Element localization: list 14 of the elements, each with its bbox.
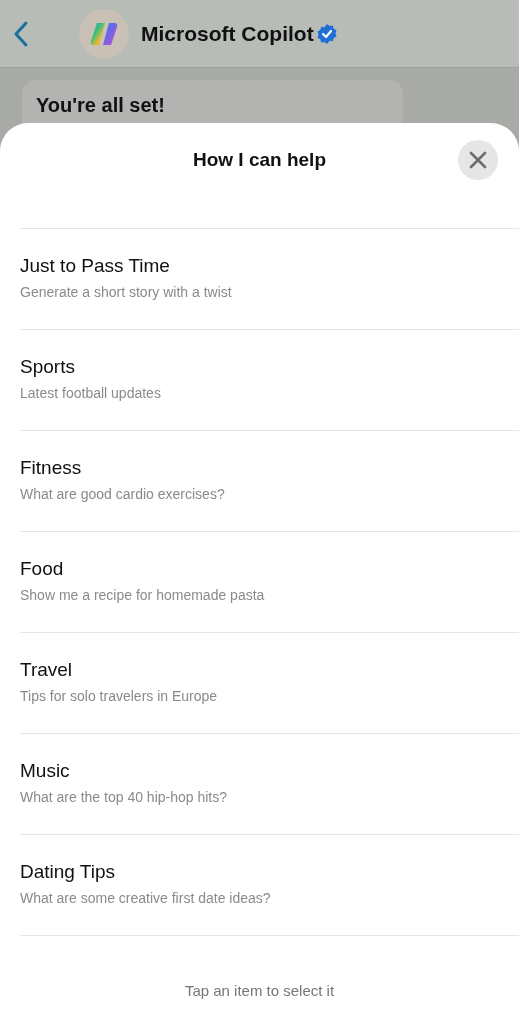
close-button[interactable] xyxy=(458,140,498,180)
list-item[interactable]: Food Show me a recipe for homemade pasta xyxy=(20,531,519,632)
list-item[interactable]: Fitness What are good cardio exercises? xyxy=(20,430,519,531)
list-item[interactable]: Music What are the top 40 hip-hop hits? xyxy=(20,733,519,834)
sheet-title: How I can help xyxy=(193,148,326,173)
footer-hint: Tap an item to select it xyxy=(184,982,335,999)
list-item[interactable]: Dating Tips What are some creative first date ideas? xyxy=(20,834,519,935)
close-icon xyxy=(469,151,487,169)
list-item[interactable]: Sports Latest football updates xyxy=(20,329,519,430)
list-item[interactable]: Travel Tips for solo travelers in Europe xyxy=(20,632,519,733)
list-item[interactable]: Just to Pass Time Generate a short story with a twist xyxy=(20,228,519,329)
chat-title: Microsoft Copilot xyxy=(141,20,314,47)
back-button[interactable] xyxy=(12,19,30,48)
back-icon xyxy=(12,19,30,48)
